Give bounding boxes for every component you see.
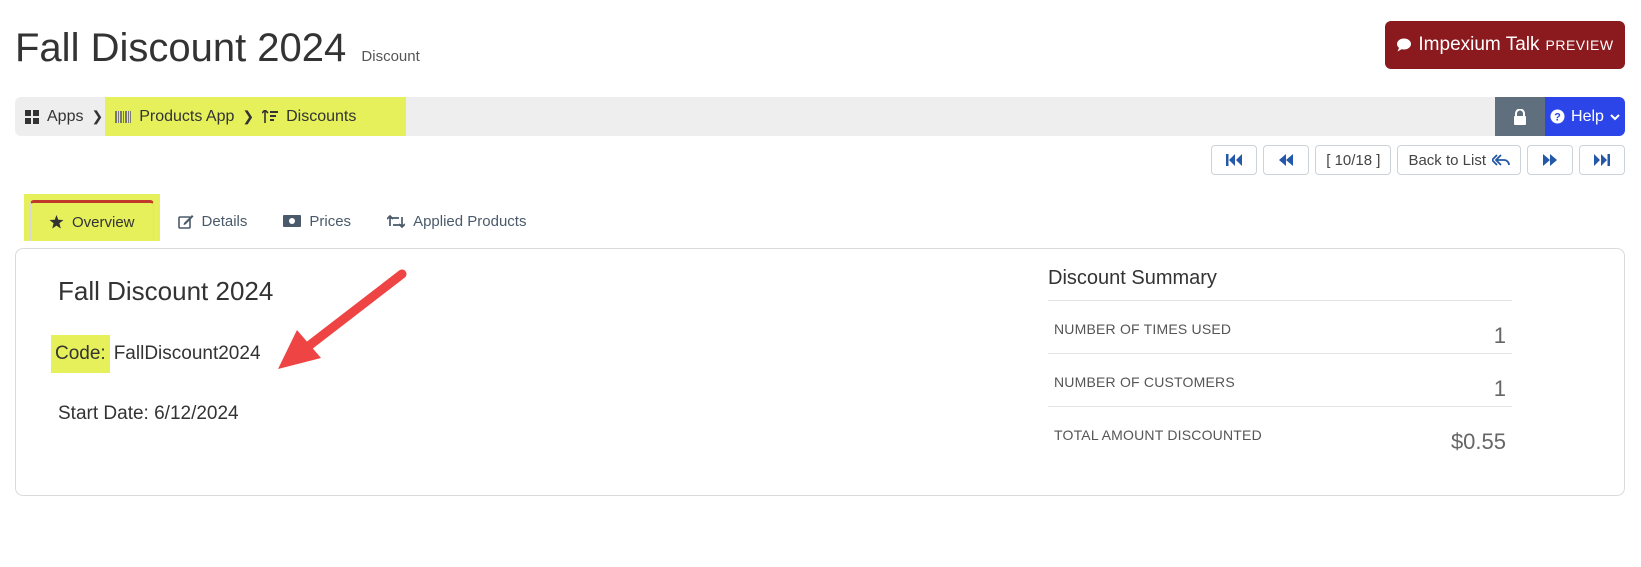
tab-bar: Overview Details Prices Applied Products xyxy=(24,194,544,241)
page-title: Fall Discount 2024 Discount xyxy=(15,26,420,71)
chevron-right-icon: ❯ xyxy=(242,108,255,124)
tab-overview[interactable]: Overview xyxy=(30,200,154,241)
discount-code: Code: FallDiscount2024 xyxy=(51,335,261,373)
skip-last-icon xyxy=(1594,154,1610,166)
breadcrumb-apps-label: Apps xyxy=(47,107,84,125)
svg-text:?: ? xyxy=(1554,112,1561,124)
breadcrumb-highlight: Products App ❯ Discounts xyxy=(105,97,407,136)
record-pager: [ 10/18 ] Back to List xyxy=(1211,145,1625,175)
tab-applied-products-label: Applied Products xyxy=(413,212,527,230)
back-to-list-button[interactable]: Back to List xyxy=(1397,145,1521,175)
summary-row: TOTAL AMOUNT DISCOUNTED $0.55 xyxy=(1048,406,1512,459)
lock-icon xyxy=(1514,108,1526,125)
record-position: [ 10/18 ] xyxy=(1315,145,1392,175)
discount-summary: Discount Summary NUMBER OF TIMES USED 1 … xyxy=(1048,267,1512,459)
star-icon xyxy=(49,215,64,229)
impexium-talk-button[interactable]: Impexium Talk PREVIEW xyxy=(1385,21,1625,69)
summary-row-value: 1 xyxy=(1493,323,1506,348)
tab-prices-label: Prices xyxy=(309,212,352,230)
page-subtitle: Discount xyxy=(361,48,420,65)
code-label: Code: xyxy=(51,335,110,373)
summary-row: NUMBER OF TIMES USED 1 xyxy=(1048,300,1512,353)
lock-button[interactable] xyxy=(1495,97,1545,136)
first-record-button[interactable] xyxy=(1211,145,1258,175)
breadcrumb: Apps ❯ Products App ❯ Discounts ? Help xyxy=(15,97,1625,136)
tab-highlight: Overview xyxy=(24,194,160,241)
summary-row-value: 1 xyxy=(1493,376,1506,401)
tab-applied-products[interactable]: Applied Products xyxy=(369,201,544,241)
discount-name: Fall Discount 2024 xyxy=(58,276,274,306)
chevron-down-icon xyxy=(1610,113,1620,120)
tab-prices[interactable]: Prices xyxy=(265,201,369,241)
question-circle-icon: ? xyxy=(1550,109,1565,124)
code-value: FallDiscount2024 xyxy=(113,343,261,364)
tab-details[interactable]: Details xyxy=(160,201,266,241)
breadcrumb-products-app[interactable]: Products App xyxy=(105,97,240,136)
barcode-icon xyxy=(115,110,132,123)
reply-all-icon xyxy=(1492,153,1510,166)
chat-bubble-icon xyxy=(1397,38,1412,52)
summary-row-label: NUMBER OF TIMES USED xyxy=(1054,321,1232,337)
skip-first-icon xyxy=(1226,154,1243,166)
help-button[interactable]: ? Help xyxy=(1545,97,1625,136)
breadcrumb-apps[interactable]: Apps xyxy=(15,97,89,136)
breadcrumb-products-label: Products App xyxy=(139,107,235,125)
tab-overview-label: Overview xyxy=(72,213,135,231)
talk-label: Impexium Talk xyxy=(1418,34,1540,55)
previous-record-button[interactable] xyxy=(1263,145,1310,175)
breadcrumb-discounts-label: Discounts xyxy=(286,107,357,125)
page-title-text: Fall Discount 2024 xyxy=(15,26,347,70)
breadcrumb-discounts[interactable]: Discounts xyxy=(256,97,362,136)
edit-icon xyxy=(177,214,194,229)
money-icon xyxy=(283,215,302,227)
fast-forward-icon xyxy=(1543,154,1557,166)
talk-preview-badge: PREVIEW xyxy=(1545,37,1614,53)
next-record-button[interactable] xyxy=(1527,145,1573,175)
overview-panel: Fall Discount 2024 Code: FallDiscount202… xyxy=(15,248,1625,496)
summary-row-label: TOTAL AMOUNT DISCOUNTED xyxy=(1054,427,1262,443)
summary-row-value: $0.55 xyxy=(1450,429,1506,454)
start-date: Start Date: 6/12/2024 xyxy=(58,403,239,424)
summary-row: NUMBER OF CUSTOMERS 1 xyxy=(1048,353,1512,406)
summary-row-label: NUMBER OF CUSTOMERS xyxy=(1054,374,1235,390)
grid-icon xyxy=(25,109,39,124)
rewind-icon xyxy=(1279,154,1294,166)
help-label: Help xyxy=(1571,107,1604,125)
last-record-button[interactable] xyxy=(1579,145,1625,175)
back-to-list-label: Back to List xyxy=(1408,151,1486,169)
retweet-icon xyxy=(387,214,406,228)
chevron-right-icon: ❯ xyxy=(91,108,104,124)
summary-title: Discount Summary xyxy=(1048,267,1217,289)
sort-icon xyxy=(262,109,279,123)
tab-details-label: Details xyxy=(201,212,248,230)
